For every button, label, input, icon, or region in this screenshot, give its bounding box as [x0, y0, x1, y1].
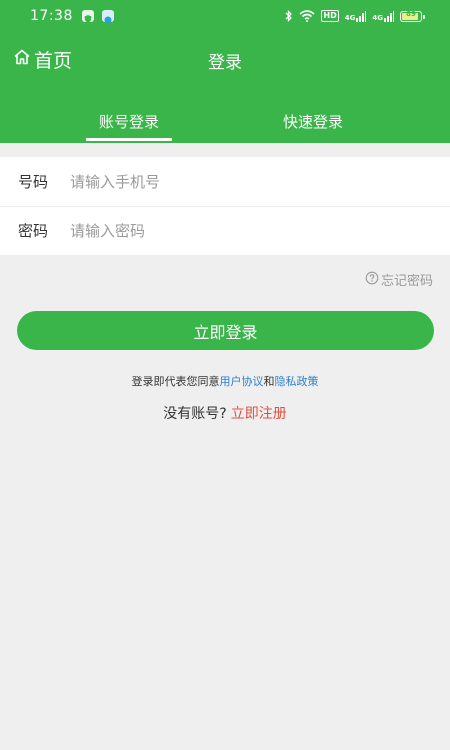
- agreement-and: 和: [263, 375, 275, 388]
- agreement-text: 登录即代表您同意用户协议和隐私政策: [0, 373, 450, 389]
- cloud-app-icon: [102, 10, 114, 24]
- wifi-icon: [299, 10, 315, 22]
- question-icon: [365, 271, 379, 289]
- active-tab-indicator: [86, 138, 172, 141]
- cell-signal-icon-1: 4G: [345, 10, 367, 22]
- password-label: 密码: [18, 222, 49, 240]
- user-agreement-link[interactable]: 用户协议: [220, 375, 264, 388]
- cell-signal-icon-2: 4G: [372, 10, 394, 22]
- phone-row: 号码: [0, 157, 450, 207]
- register-prompt-text: 没有账号?: [163, 406, 227, 422]
- agreement-prefix: 登录即代表您同意: [131, 375, 220, 388]
- register-prompt: 没有账号? 立即注册: [0, 403, 450, 423]
- tab-quick-login[interactable]: 快速登录: [270, 111, 356, 132]
- password-input[interactable]: [70, 221, 410, 240]
- bluetooth-icon: [285, 10, 293, 22]
- password-row: 密码: [0, 206, 450, 255]
- tab-account-login[interactable]: 账号登录: [86, 111, 172, 132]
- status-bar: 17:38 HD 4G 4G 89: [0, 0, 450, 32]
- app-header: 17:38 HD 4G 4G 89 首页 登录 账号登录 快速登录: [0, 0, 450, 143]
- hd-voice-icon: HD: [321, 10, 339, 22]
- shield-app-icon: [82, 10, 94, 23]
- forgot-password-link[interactable]: 忘记密码: [365, 270, 433, 289]
- phone-input[interactable]: [70, 172, 410, 191]
- phone-label: 号码: [18, 173, 49, 191]
- privacy-policy-link[interactable]: 隐私政策: [275, 375, 319, 388]
- page-title: 登录: [208, 53, 242, 73]
- login-form: 号码 密码: [0, 157, 450, 255]
- forgot-password-label: 忘记密码: [380, 274, 433, 289]
- battery-icon: 89: [400, 10, 425, 22]
- status-icons: HD 4G 4G 89: [285, 8, 425, 24]
- register-link[interactable]: 立即注册: [231, 406, 287, 422]
- login-button[interactable]: 立即登录: [17, 311, 434, 350]
- status-time: 17:38: [30, 8, 73, 24]
